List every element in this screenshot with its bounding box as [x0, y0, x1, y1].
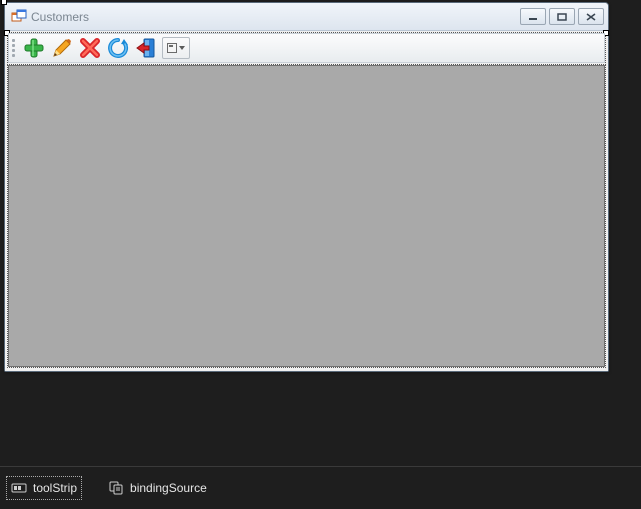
- close-button[interactable]: [578, 8, 604, 25]
- add-button[interactable]: [20, 35, 48, 61]
- edit-button[interactable]: [48, 35, 76, 61]
- titlebar: Customers: [5, 3, 608, 31]
- tray-item-toolstrip[interactable]: toolStrip: [6, 476, 82, 500]
- toolstrip-icon: [11, 480, 27, 496]
- designer-surface: Customers: [0, 0, 641, 440]
- maximize-button[interactable]: [549, 8, 575, 25]
- resize-handle[interactable]: [1, 0, 7, 5]
- toolstrip[interactable]: [8, 33, 605, 63]
- datagrid[interactable]: [8, 65, 605, 367]
- bindingsource-icon: [108, 480, 124, 496]
- minimize-button[interactable]: [520, 8, 546, 25]
- window-title: Customers: [31, 10, 520, 24]
- tray-item-bindingsource[interactable]: bindingSource: [104, 477, 211, 499]
- new-item-icon: [167, 43, 177, 53]
- form-window[interactable]: Customers: [4, 2, 609, 372]
- delete-button[interactable]: [76, 35, 104, 61]
- form-icon: [11, 9, 27, 25]
- chevron-down-icon: [179, 46, 185, 50]
- client-area: [5, 31, 608, 371]
- toolstrip-grip[interactable]: [11, 34, 17, 62]
- tray-item-label: bindingSource: [130, 481, 207, 495]
- component-tray: toolStrip bindingSource: [0, 467, 641, 509]
- refresh-button[interactable]: [104, 35, 132, 61]
- toolstrip-add-dropdown[interactable]: [162, 37, 190, 59]
- tray-item-label: toolStrip: [33, 481, 77, 495]
- exit-button[interactable]: [132, 35, 160, 61]
